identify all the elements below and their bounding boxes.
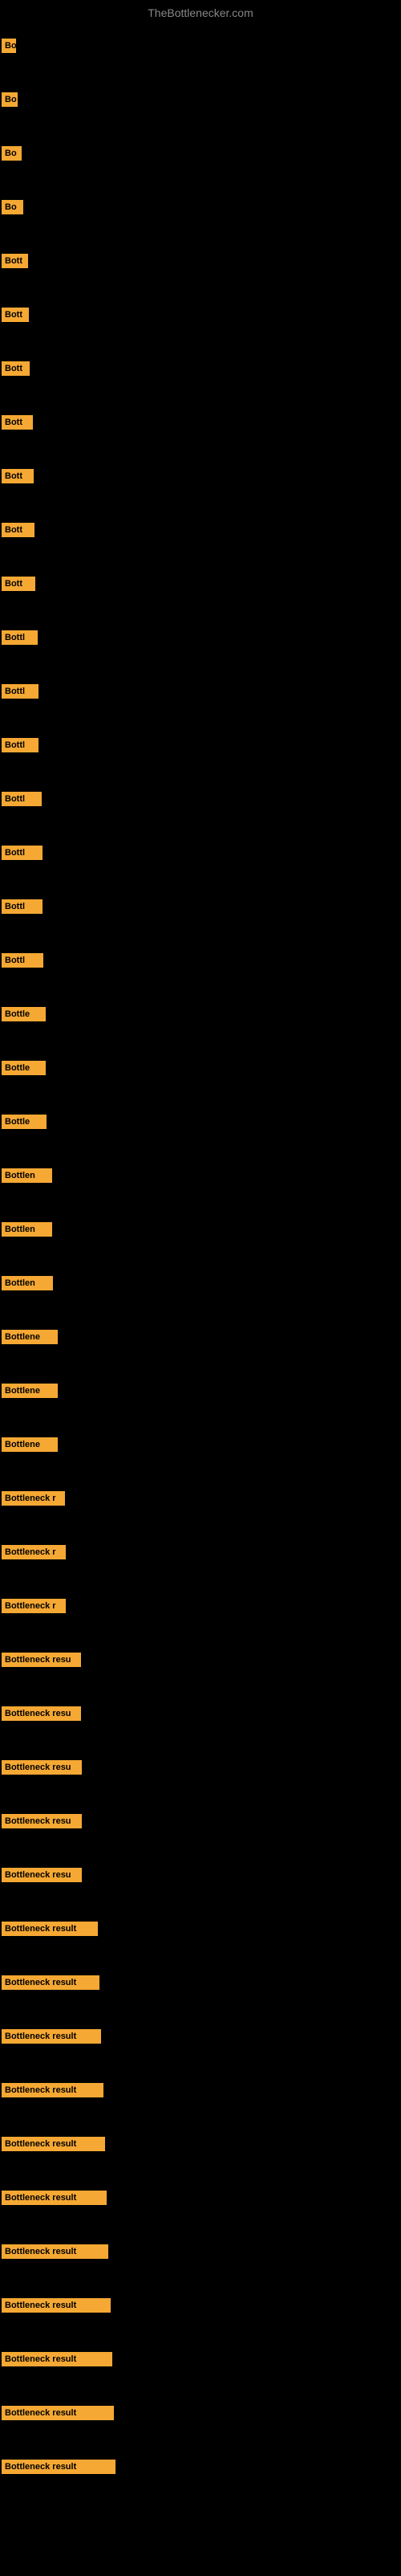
bottleneck-label: Bottleneck r bbox=[2, 1599, 66, 1613]
bottleneck-label: Bott bbox=[2, 523, 34, 537]
bottleneck-label: Bottlen bbox=[2, 1276, 53, 1290]
bottleneck-label: Bottle bbox=[2, 1061, 46, 1075]
bottleneck-label: Bottl bbox=[2, 630, 38, 645]
list-item: Bottleneck resu bbox=[2, 1814, 82, 1832]
list-item: Bottl bbox=[2, 899, 43, 918]
list-item: Bottleneck resu bbox=[2, 1653, 81, 1671]
bottleneck-label: Bo bbox=[2, 39, 16, 53]
bottleneck-label: Bottl bbox=[2, 899, 43, 914]
list-item: Bottleneck result bbox=[2, 1922, 98, 1940]
list-item: Bottlene bbox=[2, 1437, 58, 1456]
list-item: Bottleneck r bbox=[2, 1491, 65, 1510]
list-item: Bott bbox=[2, 308, 29, 326]
list-item: Bottleneck result bbox=[2, 2244, 108, 2263]
list-item: Bottleneck resu bbox=[2, 1706, 81, 1725]
list-item: Bottlen bbox=[2, 1276, 53, 1294]
list-item: Bottl bbox=[2, 846, 43, 864]
bottleneck-label: Bottleneck result bbox=[2, 2191, 107, 2205]
list-item: Bott bbox=[2, 254, 28, 272]
bottleneck-label: Bottl bbox=[2, 738, 38, 752]
bottleneck-label: Bottleneck result bbox=[2, 2406, 114, 2420]
list-item: Bottleneck r bbox=[2, 1599, 66, 1617]
list-item: Bottle bbox=[2, 1115, 47, 1133]
bottleneck-label: Bottleneck resu bbox=[2, 1760, 82, 1775]
list-item: Bottleneck result bbox=[2, 2083, 103, 2101]
list-item: Bott bbox=[2, 577, 35, 595]
bottleneck-label: Bottleneck resu bbox=[2, 1868, 82, 1882]
bottleneck-label: Bottleneck result bbox=[2, 2029, 101, 2044]
list-item: Bottl bbox=[2, 684, 38, 703]
bottleneck-label: Bottlen bbox=[2, 1222, 52, 1237]
bottleneck-label: Bottleneck result bbox=[2, 2137, 105, 2151]
list-item: Bottlen bbox=[2, 1168, 52, 1187]
bottleneck-label: Bott bbox=[2, 577, 35, 591]
list-item: Bottl bbox=[2, 792, 42, 810]
list-item: Bottleneck result bbox=[2, 2460, 115, 2478]
bottleneck-label: Bottleneck result bbox=[2, 2460, 115, 2474]
bottleneck-label: Bottlene bbox=[2, 1384, 58, 1398]
list-item: Bottlene bbox=[2, 1384, 58, 1402]
bottleneck-label: Bott bbox=[2, 415, 33, 430]
list-item: Bottl bbox=[2, 953, 43, 972]
list-item: Bottlen bbox=[2, 1222, 52, 1241]
bottleneck-label: Bottlen bbox=[2, 1168, 52, 1183]
list-item: Bottle bbox=[2, 1007, 46, 1025]
bottleneck-label: Bo bbox=[2, 146, 22, 161]
bottleneck-label: Bottleneck result bbox=[2, 2298, 111, 2313]
list-item: Bottleneck result bbox=[2, 1975, 99, 1994]
bottleneck-label: Bottleneck result bbox=[2, 2352, 112, 2366]
bottleneck-label: Bo bbox=[2, 200, 23, 214]
list-item: Bottleneck resu bbox=[2, 1760, 82, 1779]
list-item: Bo bbox=[2, 92, 18, 111]
list-item: Bottleneck result bbox=[2, 2406, 114, 2424]
bottleneck-label: Bottleneck result bbox=[2, 1922, 98, 1936]
bottleneck-label: Bottleneck resu bbox=[2, 1814, 82, 1828]
bottleneck-label: Bottl bbox=[2, 792, 42, 806]
list-item: Bott bbox=[2, 469, 34, 487]
bottleneck-label: Bottlene bbox=[2, 1437, 58, 1452]
list-item: Bottleneck r bbox=[2, 1545, 66, 1563]
list-item: Bottlene bbox=[2, 1330, 58, 1348]
list-item: Bottl bbox=[2, 630, 38, 649]
bottleneck-label: Bott bbox=[2, 308, 29, 322]
bottleneck-label: Bottlene bbox=[2, 1330, 58, 1344]
bottleneck-label: Bottl bbox=[2, 684, 38, 699]
bottleneck-label: Bott bbox=[2, 361, 30, 376]
bottleneck-label: Bottl bbox=[2, 953, 43, 968]
list-item: Bottleneck result bbox=[2, 2298, 111, 2317]
list-item: Bottleneck result bbox=[2, 2029, 101, 2048]
list-item: Bottl bbox=[2, 738, 38, 756]
list-item: Bottleneck result bbox=[2, 2191, 107, 2209]
bottleneck-label: Bottleneck result bbox=[2, 2083, 103, 2097]
list-item: Bott bbox=[2, 523, 34, 541]
bottleneck-label: Bottleneck r bbox=[2, 1545, 66, 1559]
list-item: Bott bbox=[2, 415, 33, 434]
site-title: TheBottlenecker.com bbox=[0, 0, 401, 22]
bottleneck-label: Bo bbox=[2, 92, 18, 107]
bottleneck-label: Bott bbox=[2, 469, 34, 483]
list-item: Bo bbox=[2, 200, 23, 218]
bottleneck-label: Bottleneck resu bbox=[2, 1653, 81, 1667]
bottleneck-label: Bottle bbox=[2, 1007, 46, 1021]
bottleneck-label: Bottleneck resu bbox=[2, 1706, 81, 1721]
list-item: Bottle bbox=[2, 1061, 46, 1079]
list-item: Bott bbox=[2, 361, 30, 380]
list-item: Bo bbox=[2, 39, 16, 57]
bottleneck-label: Bott bbox=[2, 254, 28, 268]
list-item: Bottleneck result bbox=[2, 2137, 105, 2155]
bottleneck-label: Bottleneck r bbox=[2, 1491, 65, 1506]
bottleneck-label: Bottleneck result bbox=[2, 1975, 99, 1990]
list-item: Bottleneck result bbox=[2, 2352, 112, 2370]
list-item: Bottleneck resu bbox=[2, 1868, 82, 1886]
list-item: Bo bbox=[2, 146, 22, 165]
bottleneck-label: Bottleneck result bbox=[2, 2244, 108, 2259]
bottleneck-label: Bottle bbox=[2, 1115, 47, 1129]
bottleneck-label: Bottl bbox=[2, 846, 43, 860]
